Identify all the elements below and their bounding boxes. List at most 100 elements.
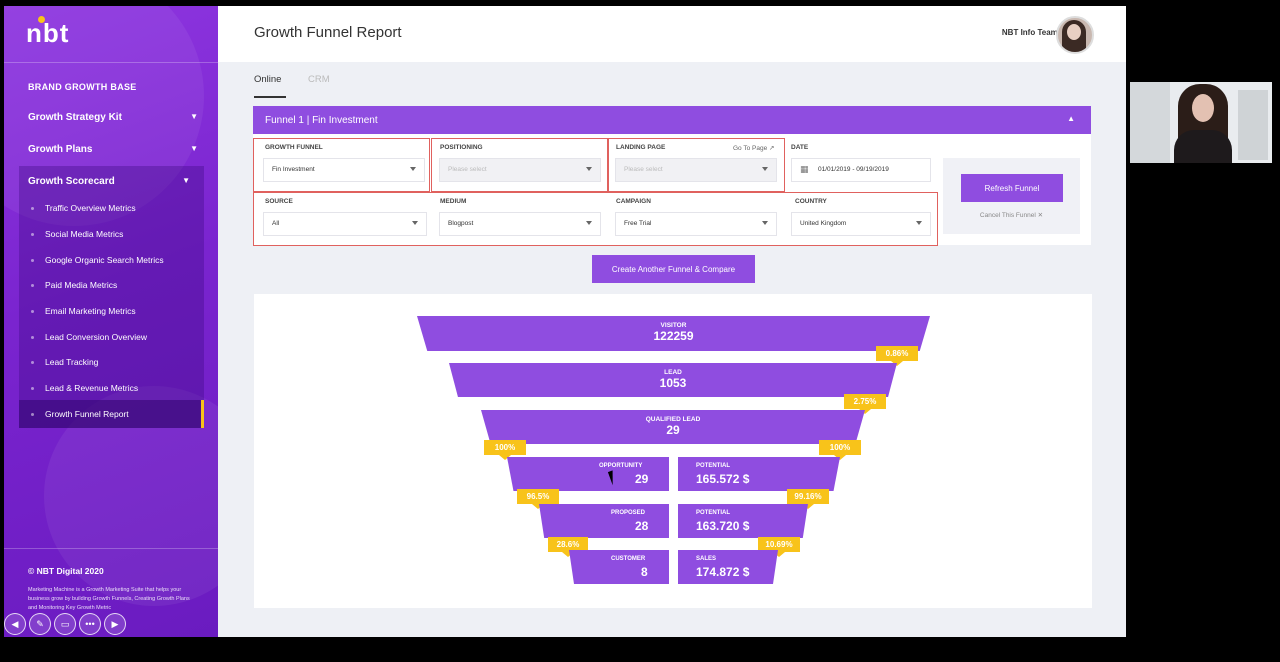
conversion-badge: 2.75%	[844, 394, 886, 414]
select-placeholder: Please select	[624, 166, 663, 173]
funnel-stage-lead: LEAD 1053	[449, 363, 897, 397]
sidebar-section-title: BRAND GROWTH BASE	[28, 82, 137, 92]
bullet-icon	[31, 284, 34, 287]
conversion-badge: 100%	[819, 440, 861, 460]
subitem-label: Lead Conversion Overview	[45, 332, 148, 342]
create-funnel-compare-button[interactable]: Create Another Funnel & Compare	[592, 255, 755, 283]
video-call-thumbnail[interactable]	[1130, 82, 1272, 163]
logo[interactable]: nbt	[26, 16, 70, 49]
subitem-label: Lead Tracking	[45, 357, 99, 367]
bullet-icon	[31, 413, 34, 416]
logo-text: nbt	[26, 18, 70, 48]
logo-dot	[38, 16, 45, 23]
stage-value: 122259	[653, 329, 694, 343]
background-shelf	[1238, 90, 1268, 160]
funnel-cell-proposed: PROPOSED 28	[539, 504, 669, 538]
arrow-left-icon[interactable]: ◀	[4, 613, 26, 635]
select-value: All	[272, 220, 280, 227]
avatar[interactable]	[1056, 16, 1094, 54]
conversion-badge: 100%	[484, 440, 526, 460]
sidebar-item-growth-strategy-kit[interactable]: Growth Strategy Kit ▼	[28, 112, 198, 123]
date-range-input[interactable]: ▦ 01/01/2019 - 09/19/2019	[791, 158, 931, 182]
sidebar-item-growth-scorecard[interactable]: Growth Scorecard ▼	[28, 176, 190, 187]
sidebar-subitem-email-marketing[interactable]: Email Marketing Metrics	[31, 306, 136, 316]
refresh-funnel-button[interactable]: Refresh Funnel	[961, 174, 1063, 202]
funnel-cell-sales: SALES 174.872 $	[678, 550, 778, 584]
active-indicator	[201, 400, 204, 428]
funnel-actions: Refresh Funnel Cancel This Funnel ✕	[943, 158, 1080, 234]
subitem-label: Lead & Revenue Metrics	[45, 383, 139, 393]
sidebar-submenu: Growth Scorecard ▼ Traffic Overview Metr…	[19, 166, 204, 428]
stage-value: 165.572 $	[696, 472, 750, 486]
bullet-icon	[31, 259, 34, 262]
bullet-icon	[31, 233, 34, 236]
chevron-down-icon	[762, 221, 768, 225]
top-header: Growth Funnel Report NBT Info Team ▾	[218, 6, 1126, 62]
sidebar-subitem-growth-funnel-report[interactable]: Growth Funnel Report	[31, 409, 129, 419]
medium-select[interactable]: Blogpost	[439, 212, 601, 236]
positioning-select[interactable]: Please select	[439, 158, 601, 182]
link-label: Go To Page	[733, 145, 768, 152]
user-menu[interactable]: NBT Info Team ▾	[1002, 28, 1064, 37]
tab-crm[interactable]: CRM	[308, 74, 330, 85]
tab-online[interactable]: Online	[254, 74, 281, 85]
growth-funnel-select[interactable]: Fin Investment	[263, 158, 425, 182]
collapse-icon[interactable]: ▲	[1067, 114, 1075, 123]
page-title: Growth Funnel Report	[254, 24, 402, 41]
subitem-label: Google Organic Search Metrics	[45, 255, 164, 265]
conversion-badge: 28.6%	[548, 537, 588, 557]
bullet-icon	[31, 387, 34, 390]
conversion-badge: 99.16%	[787, 489, 829, 509]
sidebar-subitem-lead-tracking[interactable]: Lead Tracking	[31, 357, 99, 367]
funnel-panel-header[interactable]: Funnel 1 | Fin Investment ▲	[253, 106, 1091, 134]
select-placeholder: Please select	[448, 166, 487, 173]
source-select[interactable]: All	[263, 212, 427, 236]
chevron-down-icon: ▼	[182, 176, 190, 185]
sidebar-subitem-paid-media[interactable]: Paid Media Metrics	[31, 280, 117, 290]
stage-label: LEAD	[664, 369, 682, 376]
bullet-icon	[31, 361, 34, 364]
chevron-down-icon	[762, 167, 768, 171]
select-value: Blogpost	[448, 220, 474, 227]
select-value: Fin Investment	[272, 166, 315, 173]
funnel-stage-qualified-lead: QUALIFIED LEAD 29	[481, 410, 865, 444]
subitem-label: Social Media Metrics	[45, 229, 124, 239]
more-icon[interactable]: •••	[79, 613, 101, 635]
funnel-cell-opportunity: OPPORTUNITY 29	[507, 457, 669, 491]
cancel-funnel-link[interactable]: Cancel This Funnel ✕	[943, 211, 1080, 219]
bullet-icon	[31, 310, 34, 313]
arrow-right-icon[interactable]: ▶	[104, 613, 126, 635]
select-value: Free Trial	[624, 220, 652, 227]
bullet-icon	[31, 207, 34, 210]
sidebar-subitem-lead-revenue[interactable]: Lead & Revenue Metrics	[31, 383, 139, 393]
pen-icon[interactable]: ✎	[29, 613, 51, 635]
chevron-down-icon	[916, 221, 922, 225]
copyright: © NBT Digital 2020	[28, 566, 104, 576]
subitem-label: Traffic Overview Metrics	[45, 203, 136, 213]
sidebar-item-growth-plans[interactable]: Growth Plans ▼	[28, 144, 198, 155]
sidebar-subitem-social-media[interactable]: Social Media Metrics	[31, 229, 124, 239]
funnel-cell-customer: CUSTOMER 8	[569, 550, 669, 584]
campaign-select[interactable]: Free Trial	[615, 212, 777, 236]
sidebar-subitem-lead-conversion[interactable]: Lead Conversion Overview	[31, 332, 148, 342]
go-to-page-link[interactable]: Go To Page ↗	[733, 144, 774, 152]
funnel-cell-potential-1: POTENTIAL 165.572 $	[678, 457, 840, 491]
stage-value: 8	[641, 565, 648, 579]
stage-label: PROPOSED	[611, 510, 646, 516]
conversion-badge: 96.5%	[517, 489, 559, 509]
sidebar-subitem-traffic-overview[interactable]: Traffic Overview Metrics	[31, 203, 136, 213]
landing-page-label: LANDING PAGE	[616, 144, 666, 151]
landing-page-select[interactable]: Please select	[615, 158, 777, 182]
campaign-label: CAMPAIGN	[616, 198, 651, 205]
conversion-badge: 0.86%	[876, 346, 918, 366]
funnel-stage-visitor: VISITOR 122259	[417, 316, 930, 351]
chevron-down-icon	[586, 167, 592, 171]
stage-value: 163.720 $	[696, 519, 750, 533]
date-label: DATE	[791, 144, 809, 151]
funnel-cell-potential-2: POTENTIAL 163.720 $	[678, 504, 808, 538]
stage-label: POTENTIAL	[696, 463, 730, 469]
country-select[interactable]: United Kingdom	[791, 212, 931, 236]
screen-icon[interactable]: ▭	[54, 613, 76, 635]
sidebar-subitem-google-organic[interactable]: Google Organic Search Metrics	[31, 255, 164, 265]
subitem-label: Email Marketing Metrics	[45, 306, 136, 316]
